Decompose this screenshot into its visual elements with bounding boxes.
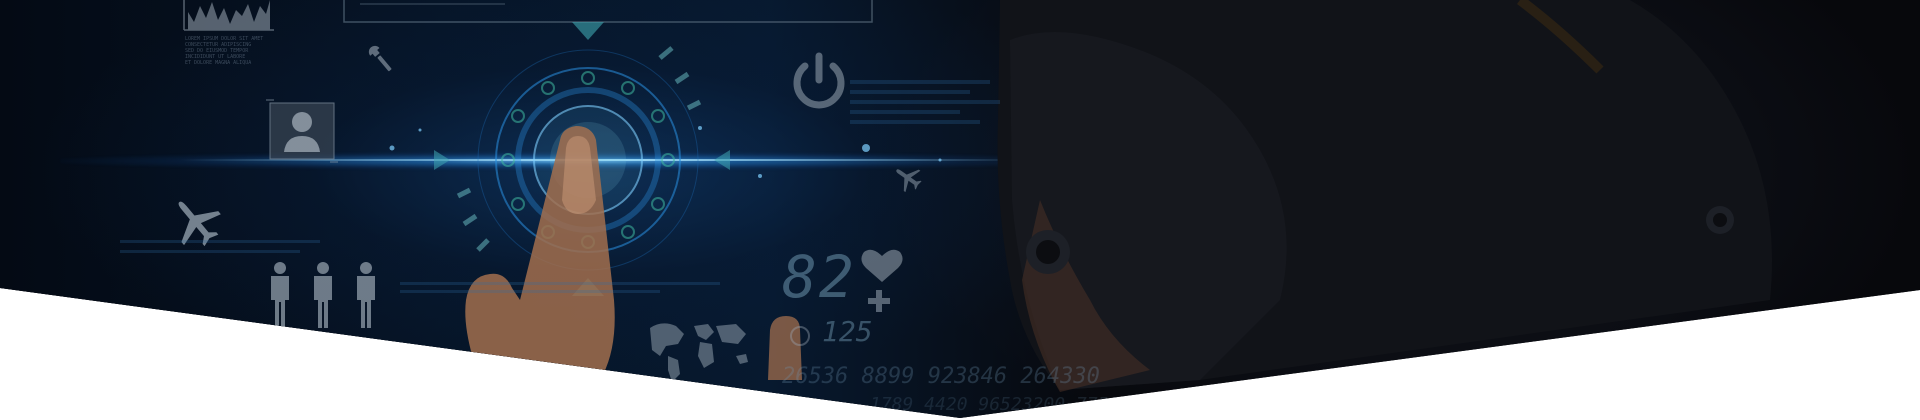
people-group-icon — [271, 262, 375, 328]
hud-overlay — [120, 0, 1772, 392]
number-stream-secondary: 1789 4420 96523200 7751 — [870, 394, 1120, 415]
hero-image: LOREM IPSUM DOLOR SIT AMET CONSECTETUR A… — [0, 0, 1920, 418]
person-silhouette — [997, 0, 1772, 392]
airplane-icon-small — [896, 169, 922, 193]
number-stream: 26536 8899 923846 264330 — [782, 364, 1100, 389]
heart-icon — [861, 249, 903, 282]
wrench-icon — [368, 45, 392, 72]
top-frame — [343, 0, 873, 23]
airplane-icon — [178, 201, 221, 247]
sparkle-dots — [389, 126, 942, 178]
hero-banner: LOREM IPSUM DOLOR SIT AMET CONSECTETUR A… — [0, 0, 1920, 420]
plus-icon — [868, 290, 890, 312]
bar-chart-icon — [183, 0, 274, 31]
chart-caption: LOREM IPSUM DOLOR SIT AMET CONSECTETUR A… — [185, 36, 264, 66]
readout-secondary: 125 — [822, 315, 873, 348]
readout-primary: 82 — [782, 243, 856, 311]
world-map-icon — [650, 323, 748, 382]
power-icon — [793, 52, 845, 109]
user-profile-icon — [266, 99, 338, 163]
